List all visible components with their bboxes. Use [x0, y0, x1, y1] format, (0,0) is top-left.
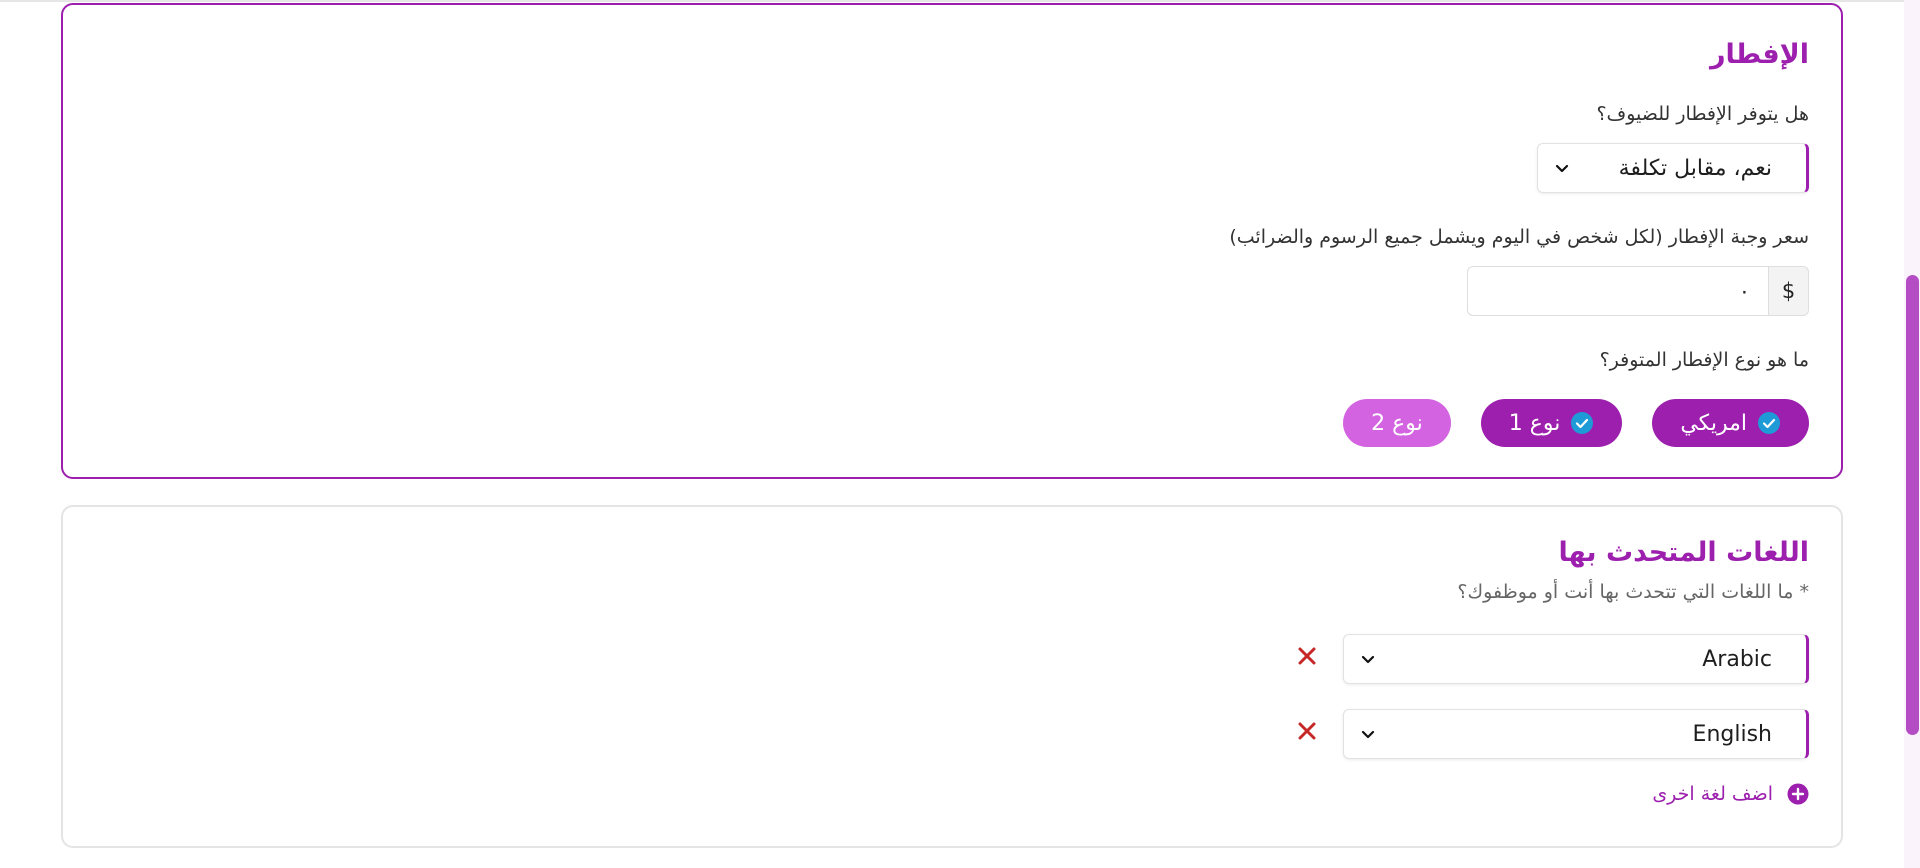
close-icon [1298, 647, 1316, 669]
breakfast-availability-value: نعم، مقابل تكلفة [1618, 155, 1772, 181]
chip-label: نوع 1 [1508, 410, 1561, 436]
languages-subtitle: * ما اللغات التي تتحدث بها أنت أو موظفوك… [1457, 581, 1809, 603]
language-select-arabic[interactable]: Arabic [1343, 634, 1809, 684]
breakfast-price-input[interactable] [1467, 266, 1769, 316]
currency-prefix: $ [1769, 266, 1809, 316]
add-language-label: اضف لغة اخرى [1652, 783, 1773, 805]
breakfast-type-chip-american[interactable]: امريكي [1652, 399, 1809, 447]
close-icon [1298, 722, 1316, 744]
breakfast-title: الإفطار [1709, 39, 1809, 70]
remove-language-arabic-button[interactable] [1293, 644, 1321, 672]
breakfast-section: الإفطار هل يتوفر الإفطار للضيوف؟ نعم، مق… [61, 3, 1843, 479]
scrollbar-thumb[interactable] [1906, 275, 1919, 735]
check-circle-icon [1757, 411, 1781, 435]
languages-title: اللغات المتحدث بها [1558, 537, 1809, 568]
scrollbar-track[interactable] [1904, 0, 1920, 868]
chevron-down-icon [1358, 649, 1378, 669]
chevron-down-icon [1552, 158, 1572, 178]
plus-circle-icon [1787, 783, 1809, 805]
top-divider [0, 0, 1904, 2]
chip-label: نوع 2 [1371, 410, 1423, 436]
chevron-down-icon [1358, 724, 1378, 744]
breakfast-availability-label: هل يتوفر الإفطار للضيوف؟ [1596, 103, 1809, 125]
breakfast-availability-select[interactable]: نعم، مقابل تكلفة [1537, 143, 1809, 193]
page: الإفطار هل يتوفر الإفطار للضيوف؟ نعم، مق… [0, 0, 1920, 868]
add-language-link[interactable]: اضف لغة اخرى [1652, 783, 1809, 805]
breakfast-type-chip-type2[interactable]: نوع 2 [1343, 399, 1451, 447]
language-select-english[interactable]: English [1343, 709, 1809, 759]
chip-label: امريكي [1680, 410, 1747, 436]
languages-section: اللغات المتحدث بها * ما اللغات التي تتحد… [61, 505, 1843, 848]
remove-language-english-button[interactable] [1293, 719, 1321, 747]
breakfast-price-group: $ [1467, 266, 1809, 316]
language-value: English [1692, 721, 1772, 747]
language-value: Arabic [1702, 646, 1772, 672]
breakfast-type-chips: امريكي نوع 1 نوع 2 [1343, 399, 1809, 447]
check-circle-icon [1570, 411, 1594, 435]
breakfast-type-chip-type1[interactable]: نوع 1 [1480, 399, 1623, 447]
breakfast-price-label: سعر وجبة الإفطار (لكل شخص في اليوم ويشمل… [1229, 226, 1809, 248]
breakfast-type-label: ما هو نوع الإفطار المتوفر؟ [1599, 349, 1809, 371]
